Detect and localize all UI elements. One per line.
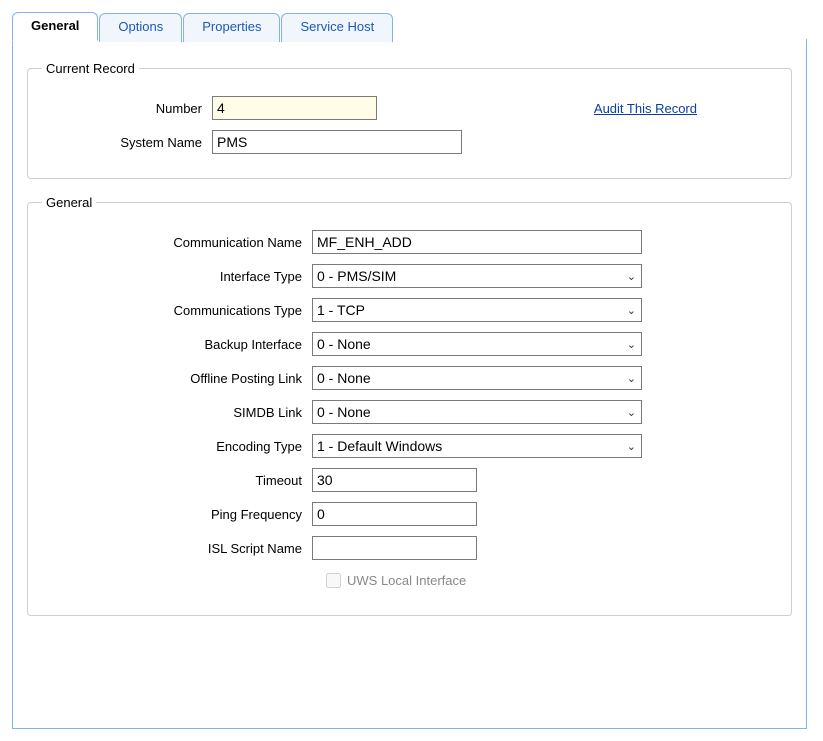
input-number[interactable] bbox=[212, 96, 377, 120]
checkbox-uws bbox=[326, 573, 341, 588]
select-comm-type[interactable]: ⌄ bbox=[312, 298, 642, 322]
legend-current-record: Current Record bbox=[42, 61, 139, 76]
label-encoding: Encoding Type bbox=[42, 439, 312, 454]
legend-general: General bbox=[42, 195, 96, 210]
link-audit-record[interactable]: Audit This Record bbox=[594, 101, 697, 116]
select-backup[interactable]: ⌄ bbox=[312, 332, 642, 356]
select-backup-input[interactable] bbox=[312, 332, 642, 356]
tab-general[interactable]: General bbox=[12, 12, 98, 41]
select-encoding[interactable]: ⌄ bbox=[312, 434, 642, 458]
label-comm-type: Communications Type bbox=[42, 303, 312, 318]
fieldset-current-record: Current Record Number Audit This Record … bbox=[27, 61, 792, 179]
fieldset-general: General Communication Name Interface Typ… bbox=[27, 195, 792, 616]
input-comm-name[interactable] bbox=[312, 230, 642, 254]
tab-service-host[interactable]: Service Host bbox=[281, 13, 393, 42]
select-interface-type[interactable]: ⌄ bbox=[312, 264, 642, 288]
select-encoding-input[interactable] bbox=[312, 434, 642, 458]
tab-panel-general: General Options Properties Service Host … bbox=[12, 39, 807, 729]
label-comm-name: Communication Name bbox=[42, 235, 312, 250]
tabs: General Options Properties Service Host bbox=[12, 12, 394, 41]
label-system-name: System Name bbox=[42, 135, 212, 150]
input-timeout[interactable] bbox=[312, 468, 477, 492]
label-isl: ISL Script Name bbox=[42, 541, 312, 556]
select-interface-type-input[interactable] bbox=[312, 264, 642, 288]
label-uws: UWS Local Interface bbox=[347, 573, 466, 588]
label-number: Number bbox=[42, 101, 212, 116]
label-ping: Ping Frequency bbox=[42, 507, 312, 522]
select-offline-input[interactable] bbox=[312, 366, 642, 390]
label-backup: Backup Interface bbox=[42, 337, 312, 352]
select-offline[interactable]: ⌄ bbox=[312, 366, 642, 390]
input-system-name[interactable] bbox=[212, 130, 462, 154]
label-offline: Offline Posting Link bbox=[42, 371, 312, 386]
label-simdb: SIMDB Link bbox=[42, 405, 312, 420]
tab-options[interactable]: Options bbox=[99, 13, 182, 42]
label-interface-type: Interface Type bbox=[42, 269, 312, 284]
input-isl[interactable] bbox=[312, 536, 477, 560]
select-comm-type-input[interactable] bbox=[312, 298, 642, 322]
input-ping[interactable] bbox=[312, 502, 477, 526]
tab-properties[interactable]: Properties bbox=[183, 13, 280, 42]
select-simdb[interactable]: ⌄ bbox=[312, 400, 642, 424]
label-timeout: Timeout bbox=[42, 473, 312, 488]
select-simdb-input[interactable] bbox=[312, 400, 642, 424]
